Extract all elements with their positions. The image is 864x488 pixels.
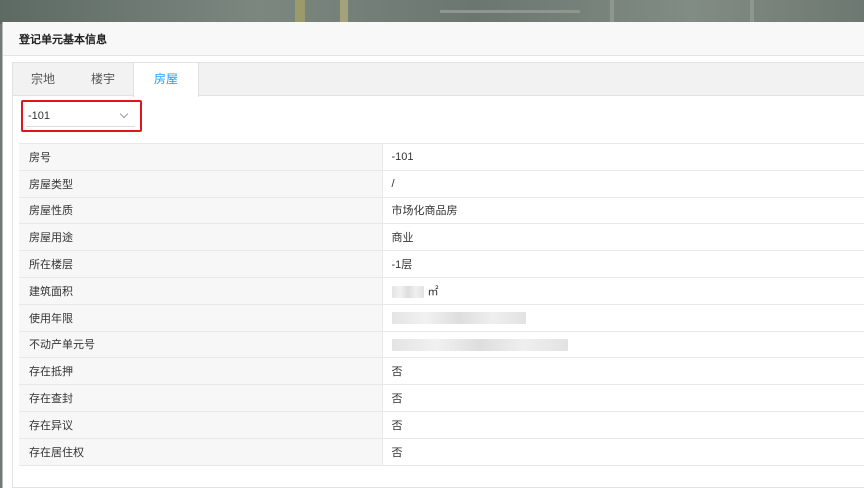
table-row: 房屋类型 / xyxy=(19,170,864,198)
row-value xyxy=(382,304,864,332)
tab-parcel[interactable]: 宗地 xyxy=(13,63,73,96)
row-value: 否 xyxy=(382,357,864,386)
map-road xyxy=(750,0,754,24)
table-row: 存在居住权否 xyxy=(19,438,864,466)
map-road xyxy=(295,0,305,24)
row-value: / xyxy=(382,170,864,198)
unit-label: ㎡ xyxy=(427,285,439,298)
row-label: 建筑面积 xyxy=(19,277,383,305)
selector-highlight-box: -101 xyxy=(21,100,142,132)
house-info-table: 房号 -101 房屋类型 / 房屋性质 市场化商品房 房屋用途 商业 所在楼层 -1层 建筑面积 ㎡使… xyxy=(19,143,864,466)
map-road xyxy=(610,0,614,24)
row-value: 否 xyxy=(382,438,864,466)
row-label: 存在异议 xyxy=(19,411,383,439)
map-background xyxy=(0,0,864,24)
row-label: 使用年限 xyxy=(19,304,383,332)
map-road xyxy=(440,10,580,13)
redacted-value xyxy=(391,285,424,298)
redacted-value xyxy=(391,311,526,324)
row-label: 房屋类型 xyxy=(19,170,383,198)
unit-info-dialog: 登记单元基本信息 宗地 楼宇 房屋 -101 房号 -101 房屋类型 / 房屋性质 市场… xyxy=(2,22,864,488)
table-row: 存在抵押否 xyxy=(19,357,864,386)
house-selector-area: -101 xyxy=(21,100,142,132)
row-value: -1层 xyxy=(382,250,864,278)
row-value: 商业 xyxy=(382,223,864,252)
tab-panel: 宗地 楼宇 房屋 -101 房号 -101 房屋类型 / 房屋性质 市场化商品房 房屋用途商… xyxy=(12,62,864,488)
table-row: 房屋性质 市场化商品房 xyxy=(19,197,864,225)
row-value xyxy=(382,331,864,359)
row-label: 房屋性质 xyxy=(19,197,383,225)
row-label: 存在居住权 xyxy=(19,438,383,466)
tab-house[interactable]: 房屋 xyxy=(133,63,200,97)
chevron-down-icon xyxy=(119,111,129,121)
row-value: 否 xyxy=(382,384,864,412)
table-row: 建筑面积 ㎡ xyxy=(19,277,864,305)
row-value: ㎡ xyxy=(382,277,864,305)
row-label: 不动产单元号 xyxy=(19,331,383,359)
table-row: 存在查封否 xyxy=(19,384,864,412)
row-label: 所在楼层 xyxy=(19,250,383,278)
dialog-title: 登记单元基本信息 xyxy=(19,33,107,46)
dialog-header: 登记单元基本信息 xyxy=(3,22,864,56)
tab-bar: 宗地 楼宇 房屋 xyxy=(13,63,864,97)
redacted-value xyxy=(391,338,568,351)
table-row: 存在异议否 xyxy=(19,411,864,439)
row-label: 房号 xyxy=(19,143,383,171)
table-row: 房号 -101 xyxy=(19,143,864,171)
tab-building[interactable]: 楼宇 xyxy=(73,63,133,96)
map-road xyxy=(340,0,348,24)
house-select-dropdown[interactable]: -101 xyxy=(26,105,135,127)
table-row: 使用年限 xyxy=(19,304,864,332)
table-row: 房屋用途 商业 xyxy=(19,223,864,252)
row-label: 房屋用途 xyxy=(19,223,383,252)
table-row: 不动产单元号 xyxy=(19,331,864,359)
row-value: 市场化商品房 xyxy=(382,197,864,225)
row-value: 否 xyxy=(382,411,864,439)
row-label: 存在查封 xyxy=(19,384,383,412)
row-value: -101 xyxy=(382,143,864,171)
table-row: 所在楼层 -1层 xyxy=(19,250,864,278)
row-label: 存在抵押 xyxy=(19,357,383,386)
house-select-value: -101 xyxy=(28,109,51,122)
